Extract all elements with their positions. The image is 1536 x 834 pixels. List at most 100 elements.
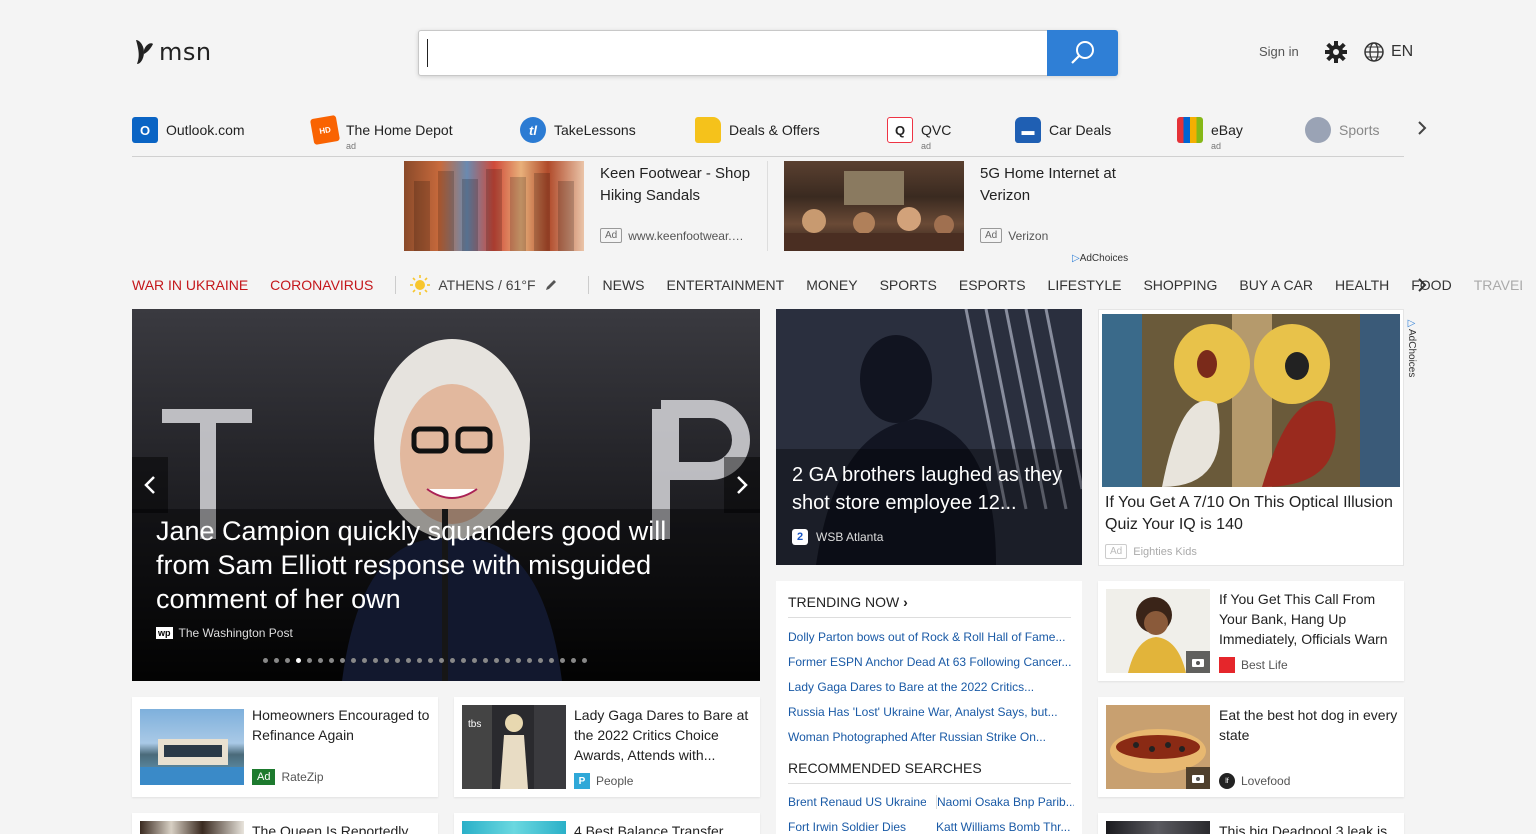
carousel-dot[interactable] bbox=[494, 658, 499, 663]
nav-item-lifestyle[interactable]: LIFESTYLE bbox=[1048, 277, 1122, 293]
carousel-dot[interactable] bbox=[274, 658, 279, 663]
trending-item[interactable]: Russia Has 'Lost' Ukraine War, Analyst S… bbox=[788, 705, 1071, 719]
carousel-dot[interactable] bbox=[571, 658, 576, 663]
trending-now-heading[interactable]: TRENDING NOW › bbox=[788, 594, 908, 610]
search-input[interactable] bbox=[427, 39, 1047, 67]
story-title[interactable]: This big Deadpool 3 leak is bbox=[1219, 821, 1399, 834]
quick-link-sports[interactable]: Sports bbox=[1305, 117, 1379, 143]
story-title[interactable]: 4 Best Balance Transfer bbox=[574, 821, 754, 834]
hero-carousel[interactable]: Jane Campion quickly squanders good will… bbox=[132, 309, 760, 681]
story-card[interactable]: If You Get This Call From Your Bank, Han… bbox=[1098, 581, 1404, 681]
quick-link-qvc[interactable]: Q QVC ad bbox=[887, 117, 951, 151]
carousel-dot[interactable] bbox=[516, 658, 521, 663]
story-card[interactable]: This big Deadpool 3 leak is bbox=[1098, 813, 1404, 834]
carousel-dot[interactable] bbox=[538, 658, 543, 663]
carousel-dot[interactable] bbox=[263, 658, 268, 663]
story-card[interactable]: Homeowners Encouraged to Refinance Again… bbox=[132, 697, 438, 797]
nav-item-news[interactable]: NEWS bbox=[603, 277, 645, 293]
carousel-dot[interactable] bbox=[384, 658, 389, 663]
nav-next-button[interactable] bbox=[1416, 276, 1428, 299]
nav-item-money[interactable]: MONEY bbox=[806, 277, 857, 293]
nav-item-health[interactable]: HEALTH bbox=[1335, 277, 1389, 293]
carousel-dot[interactable] bbox=[472, 658, 477, 663]
story-card[interactable]: 4 Best Balance Transfer bbox=[454, 813, 760, 834]
trending-item[interactable]: Woman Photographed After Russian Strike … bbox=[788, 730, 1071, 744]
nav-item-travel[interactable]: TRAVEL bbox=[1474, 277, 1522, 293]
carousel-dot[interactable] bbox=[296, 658, 301, 663]
quick-link-home-depot[interactable]: HD The Home Depot ad bbox=[309, 114, 453, 151]
trending-item[interactable]: Former ESPN Anchor Dead At 63 Following … bbox=[788, 655, 1071, 669]
carousel-dot[interactable] bbox=[307, 658, 312, 663]
ad-title[interactable]: Keen Footwear - Shop Hiking Sandals bbox=[600, 163, 760, 207]
settings-gear-icon[interactable] bbox=[1325, 41, 1347, 63]
quick-link-deals[interactable]: Deals & Offers bbox=[695, 117, 820, 143]
trending-item[interactable]: Lady Gaga Dares to Bare at the 2022 Crit… bbox=[788, 680, 1071, 694]
carousel-dot[interactable] bbox=[362, 658, 367, 663]
story-title[interactable]: Eat the best hot dog in every state bbox=[1219, 705, 1399, 745]
carousel-dot[interactable] bbox=[450, 658, 455, 663]
nav-item-shopping[interactable]: SHOPPING bbox=[1143, 277, 1217, 293]
best-life-logo-icon bbox=[1219, 657, 1235, 673]
adchoices-link[interactable]: ▷AdChoices bbox=[1072, 253, 1128, 264]
carousel-dot[interactable] bbox=[461, 658, 466, 663]
recommended-search-item[interactable]: Brent Renaud US Ukraine bbox=[788, 795, 926, 809]
ad-image-verizon[interactable] bbox=[784, 161, 964, 251]
carousel-dot[interactable] bbox=[582, 658, 587, 663]
sidebar-ad-card[interactable]: If You Get A 7/10 On This Optical Illusi… bbox=[1098, 309, 1404, 566]
language-selector[interactable]: EN bbox=[1363, 41, 1413, 63]
story-card[interactable]: Eat the best hot dog in every state lf L… bbox=[1098, 697, 1404, 797]
story-title[interactable]: Lady Gaga Dares to Bare at the 2022 Crit… bbox=[574, 705, 754, 765]
story-title[interactable]: The Queen Is Reportedly bbox=[252, 821, 432, 834]
carousel-dot[interactable] bbox=[329, 658, 334, 663]
adchoices-icon: ▷ bbox=[1072, 253, 1080, 264]
carousel-dot[interactable] bbox=[527, 658, 532, 663]
recommended-search-item[interactable]: Naomi Osaka Bnp Parib... bbox=[936, 795, 1074, 809]
carousel-dot[interactable] bbox=[417, 658, 422, 663]
weather-widget[interactable]: ATHENS / 61°F bbox=[410, 275, 557, 295]
carousel-dot[interactable] bbox=[285, 658, 290, 663]
nav-item-coronavirus[interactable]: CORONAVIRUS bbox=[270, 277, 373, 293]
carousel-dot[interactable] bbox=[373, 658, 378, 663]
nav-item-esports[interactable]: ESPORTS bbox=[959, 277, 1026, 293]
story-title[interactable]: If You Get This Call From Your Bank, Han… bbox=[1219, 589, 1399, 649]
carousel-dot[interactable] bbox=[318, 658, 323, 663]
hero-headline[interactable]: Jane Campion quickly squanders good will… bbox=[156, 514, 716, 616]
carousel-dot[interactable] bbox=[406, 658, 411, 663]
quick-link-car-deals[interactable]: ▬ Car Deals bbox=[1015, 117, 1111, 143]
carousel-dot[interactable] bbox=[351, 658, 356, 663]
story-card[interactable]: The Queen Is Reportedly bbox=[132, 813, 438, 834]
sign-in-link[interactable]: Sign in bbox=[1259, 44, 1299, 59]
nav-item-buy-a-car[interactable]: BUY A CAR bbox=[1239, 277, 1313, 293]
featured-story-card[interactable]: 2 GA brothers laughed as they shot store… bbox=[776, 309, 1082, 565]
sidebar-ad-title[interactable]: If You Get A 7/10 On This Optical Illusi… bbox=[1105, 492, 1401, 536]
story-headline[interactable]: 2 GA brothers laughed as they shot store… bbox=[792, 461, 1072, 517]
quick-link-takelessons[interactable]: tl TakeLessons bbox=[520, 117, 636, 143]
nav-item-entertainment[interactable]: ENTERTAINMENT bbox=[667, 277, 785, 293]
recommended-search-item[interactable]: Fort Irwin Soldier Dies bbox=[788, 820, 926, 834]
adchoices-vertical-link[interactable]: ▷AdChoices bbox=[1406, 318, 1417, 377]
carousel-dot[interactable] bbox=[340, 658, 345, 663]
quick-links-next-button[interactable] bbox=[1416, 119, 1428, 143]
carousel-dot[interactable] bbox=[560, 658, 565, 663]
story-card[interactable]: tbs Lady Gaga Dares to Bare at the 2022 … bbox=[454, 697, 760, 797]
ad-title[interactable]: 5G Home Internet at Verizon bbox=[980, 163, 1140, 207]
quick-link-outlook[interactable]: O Outlook.com bbox=[132, 117, 245, 143]
quick-link-ebay[interactable]: eBay ad bbox=[1177, 117, 1243, 151]
carousel-dot[interactable] bbox=[428, 658, 433, 663]
carousel-dot[interactable] bbox=[549, 658, 554, 663]
trending-item[interactable]: Dolly Parton bows out of Rock & Roll Hal… bbox=[788, 630, 1071, 644]
nav-item-war-in-ukraine[interactable]: WAR IN UKRAINE bbox=[132, 277, 248, 293]
carousel-dot[interactable] bbox=[395, 658, 400, 663]
ad-image-boots[interactable] bbox=[404, 161, 584, 251]
nav-item-sports[interactable]: SPORTS bbox=[880, 277, 937, 293]
recommended-search-item[interactable]: Katt Williams Bomb Thr... bbox=[936, 820, 1074, 834]
search-button[interactable] bbox=[1047, 30, 1118, 76]
story-title[interactable]: Homeowners Encouraged to Refinance Again bbox=[252, 705, 432, 745]
carousel-dot[interactable] bbox=[439, 658, 444, 663]
carousel-dot[interactable] bbox=[483, 658, 488, 663]
carousel-prev-button[interactable] bbox=[132, 457, 168, 513]
edit-pencil-icon[interactable] bbox=[544, 278, 558, 292]
carousel-next-button[interactable] bbox=[724, 457, 760, 513]
msn-logo[interactable]: msn bbox=[133, 38, 212, 66]
carousel-dot[interactable] bbox=[505, 658, 510, 663]
